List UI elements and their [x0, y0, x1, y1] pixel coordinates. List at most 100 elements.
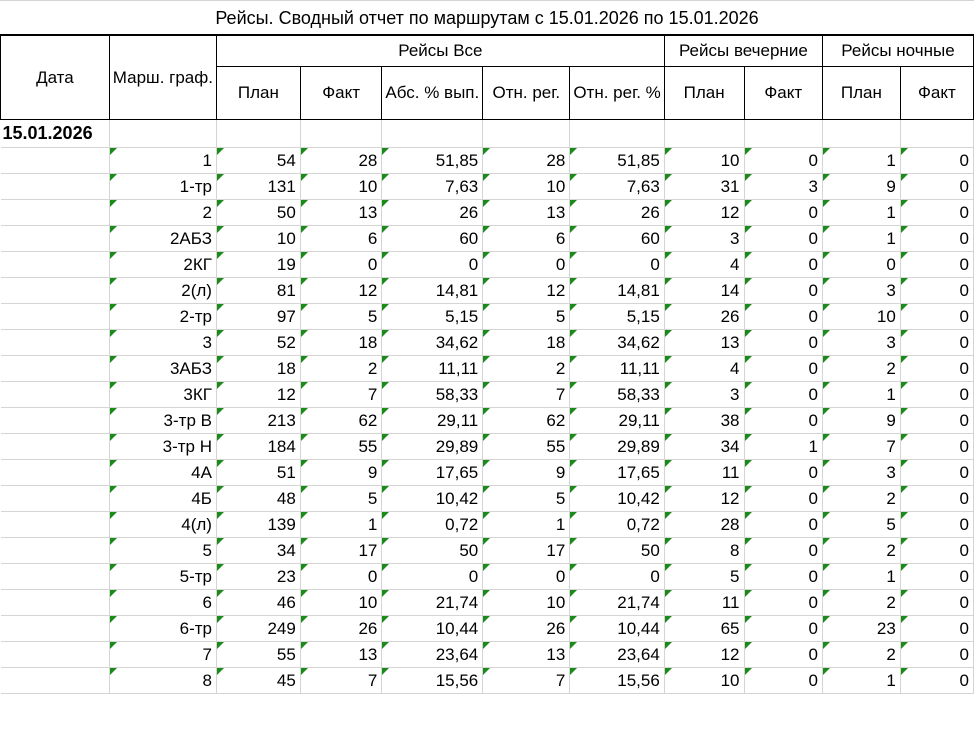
- cell-night-fact[interactable]: 0: [900, 381, 974, 408]
- cell-all-fact[interactable]: 0: [300, 251, 383, 278]
- cell-all-fact[interactable]: 5: [300, 303, 383, 330]
- empty-cell[interactable]: [482, 119, 571, 148]
- cell-all-fact[interactable]: 62: [300, 407, 383, 434]
- cell-all-fact[interactable]: 7: [300, 667, 383, 694]
- cell-night-plan[interactable]: 1: [822, 199, 901, 226]
- cell-night-plan[interactable]: 1: [822, 381, 901, 408]
- cell-route[interactable]: 1-тр: [109, 173, 217, 200]
- cell-all-fact[interactable]: 0: [300, 563, 383, 590]
- cell-abs-pct[interactable]: 5,15: [381, 303, 484, 330]
- cell-route[interactable]: 2: [109, 199, 217, 226]
- cell-night-plan[interactable]: 1: [822, 147, 901, 174]
- cell-rel-reg-pct[interactable]: 17,65: [569, 459, 665, 486]
- header-night-fact[interactable]: Факт: [899, 66, 974, 120]
- cell-all-fact[interactable]: 7: [300, 381, 383, 408]
- date-cell[interactable]: [0, 459, 110, 486]
- empty-cell[interactable]: [900, 119, 974, 148]
- cell-route[interactable]: 2АБЗ: [109, 225, 217, 252]
- cell-all-fact[interactable]: 55: [300, 433, 383, 460]
- cell-night-fact[interactable]: 0: [900, 277, 974, 304]
- cell-night-plan[interactable]: 2: [822, 485, 901, 512]
- cell-rel-reg[interactable]: 9: [482, 459, 571, 486]
- cell-all-fact[interactable]: 2: [300, 355, 383, 382]
- header-abs-pct[interactable]: Абс. % вып.: [381, 66, 484, 120]
- cell-evening-fact[interactable]: 0: [744, 511, 823, 538]
- cell-abs-pct[interactable]: 26: [381, 199, 484, 226]
- cell-evening-plan[interactable]: 10: [664, 667, 745, 694]
- empty-cell[interactable]: [300, 119, 383, 148]
- cell-rel-reg[interactable]: 10: [482, 589, 571, 616]
- cell-route[interactable]: 6: [109, 589, 217, 616]
- cell-all-plan[interactable]: 12: [216, 381, 301, 408]
- cell-all-plan[interactable]: 249: [216, 615, 301, 642]
- cell-all-plan[interactable]: 81: [216, 277, 301, 304]
- cell-abs-pct[interactable]: 0: [381, 563, 484, 590]
- date-cell[interactable]: [0, 537, 110, 564]
- cell-rel-reg-pct[interactable]: 51,85: [569, 147, 665, 174]
- date-cell[interactable]: [0, 173, 110, 200]
- cell-night-fact[interactable]: 0: [900, 485, 974, 512]
- empty-cell[interactable]: [216, 119, 301, 148]
- cell-night-plan[interactable]: 7: [822, 433, 901, 460]
- cell-night-plan[interactable]: 3: [822, 277, 901, 304]
- cell-all-plan[interactable]: 97: [216, 303, 301, 330]
- cell-night-fact[interactable]: 0: [900, 355, 974, 382]
- cell-abs-pct[interactable]: 21,74: [381, 589, 484, 616]
- cell-evening-fact[interactable]: 0: [744, 147, 823, 174]
- date-cell[interactable]: [0, 641, 110, 668]
- cell-evening-fact[interactable]: 0: [744, 329, 823, 356]
- cell-rel-reg[interactable]: 5: [482, 303, 571, 330]
- cell-all-plan[interactable]: 213: [216, 407, 301, 434]
- cell-night-plan[interactable]: 2: [822, 355, 901, 382]
- cell-rel-reg[interactable]: 0: [482, 251, 571, 278]
- cell-rel-reg-pct[interactable]: 58,33: [569, 381, 665, 408]
- date-cell[interactable]: [0, 511, 110, 538]
- cell-evening-fact[interactable]: 0: [744, 225, 823, 252]
- cell-rel-reg[interactable]: 2: [482, 355, 571, 382]
- cell-night-fact[interactable]: 0: [900, 641, 974, 668]
- cell-abs-pct[interactable]: 11,11: [381, 355, 484, 382]
- cell-all-plan[interactable]: 131: [216, 173, 301, 200]
- cell-evening-plan[interactable]: 38: [664, 407, 745, 434]
- cell-rel-reg-pct[interactable]: 23,64: [569, 641, 665, 668]
- cell-abs-pct[interactable]: 14,81: [381, 277, 484, 304]
- cell-all-fact[interactable]: 12: [300, 277, 383, 304]
- cell-night-fact[interactable]: 0: [900, 563, 974, 590]
- cell-evening-plan[interactable]: 8: [664, 537, 745, 564]
- cell-evening-plan[interactable]: 12: [664, 199, 745, 226]
- cell-all-plan[interactable]: 48: [216, 485, 301, 512]
- cell-evening-plan[interactable]: 65: [664, 615, 745, 642]
- cell-all-plan[interactable]: 54: [216, 147, 301, 174]
- date-cell[interactable]: [0, 147, 110, 174]
- cell-evening-fact[interactable]: 0: [744, 199, 823, 226]
- cell-all-plan[interactable]: 55: [216, 641, 301, 668]
- cell-night-plan[interactable]: 0: [822, 251, 901, 278]
- cell-abs-pct[interactable]: 17,65: [381, 459, 484, 486]
- cell-evening-fact[interactable]: 3: [744, 173, 823, 200]
- cell-rel-reg-pct[interactable]: 50: [569, 537, 665, 564]
- cell-all-plan[interactable]: 18: [216, 355, 301, 382]
- cell-route[interactable]: 1: [109, 147, 217, 174]
- cell-rel-reg[interactable]: 28: [482, 147, 571, 174]
- header-all-trips[interactable]: Рейсы Все: [215, 35, 665, 67]
- cell-all-fact[interactable]: 26: [300, 615, 383, 642]
- cell-night-fact[interactable]: 0: [900, 329, 974, 356]
- cell-route[interactable]: 3: [109, 329, 217, 356]
- cell-night-plan[interactable]: 1: [822, 667, 901, 694]
- cell-rel-reg[interactable]: 12: [482, 277, 571, 304]
- cell-evening-plan[interactable]: 26: [664, 303, 745, 330]
- cell-all-fact[interactable]: 13: [300, 199, 383, 226]
- cell-evening-plan[interactable]: 11: [664, 589, 745, 616]
- cell-night-plan[interactable]: 1: [822, 563, 901, 590]
- cell-all-fact[interactable]: 10: [300, 589, 383, 616]
- cell-night-plan[interactable]: 2: [822, 537, 901, 564]
- cell-rel-reg[interactable]: 7: [482, 381, 571, 408]
- cell-rel-reg[interactable]: 13: [482, 199, 571, 226]
- cell-evening-fact[interactable]: 1: [744, 433, 823, 460]
- cell-abs-pct[interactable]: 60: [381, 225, 484, 252]
- cell-all-plan[interactable]: 34: [216, 537, 301, 564]
- cell-all-fact[interactable]: 28: [300, 147, 383, 174]
- cell-evening-fact[interactable]: 0: [744, 459, 823, 486]
- cell-rel-reg[interactable]: 1: [482, 511, 571, 538]
- cell-night-plan[interactable]: 2: [822, 589, 901, 616]
